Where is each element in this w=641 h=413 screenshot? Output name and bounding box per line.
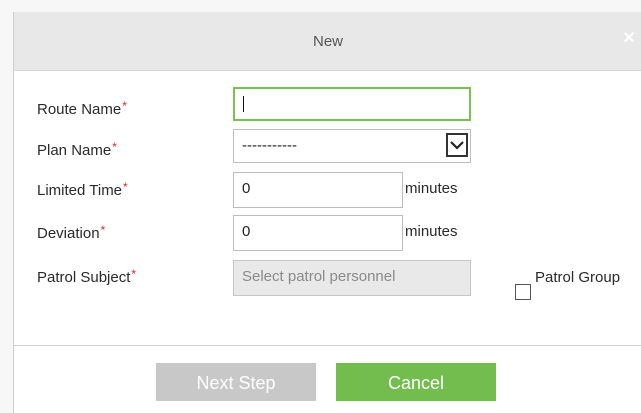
route-name-label: Route Name*: [37, 99, 127, 118]
patrol-subject-label-text: Patrol Subject: [37, 269, 131, 286]
deviation-unit: minutes: [405, 223, 458, 240]
route-name-label-text: Route Name: [37, 101, 122, 118]
footer-divider: [14, 345, 641, 346]
plan-name-label: Plan Name*: [37, 140, 117, 159]
required-marker: *: [123, 180, 128, 194]
plan-name-label-text: Plan Name: [37, 142, 112, 159]
route-name-input[interactable]: [233, 87, 471, 121]
dialog-title: New: [312, 33, 343, 50]
limited-time-input[interactable]: 0: [233, 172, 403, 208]
limited-time-unit: minutes: [405, 180, 458, 197]
deviation-input[interactable]: 0: [233, 215, 403, 251]
new-dialog: New × Route Name* Plan Name* -----------…: [13, 12, 641, 413]
patrol-subject-input[interactable]: Select patrol personnel: [233, 260, 471, 296]
required-marker: *: [100, 223, 106, 237]
next-step-button[interactable]: Next Step: [156, 363, 316, 401]
required-marker: *: [112, 140, 117, 154]
text-caret: [243, 96, 244, 113]
patrol-group-label: Patrol Group: [535, 269, 621, 286]
patrol-group-checkbox[interactable]: [515, 284, 531, 300]
limited-time-label-text: Limited Time: [37, 182, 123, 199]
chevron-down-icon[interactable]: [446, 133, 468, 157]
close-icon[interactable]: ×: [621, 28, 637, 48]
patrol-subject-label: Patrol Subject*: [37, 267, 137, 286]
deviation-label: Deviation*: [37, 223, 106, 242]
plan-name-value: -----------: [242, 137, 297, 154]
cancel-button[interactable]: Cancel: [336, 363, 496, 401]
required-marker: *: [122, 99, 127, 113]
deviation-label-text: Deviation: [37, 225, 100, 242]
limited-time-label: Limited Time*: [37, 180, 128, 199]
plan-name-select[interactable]: -----------: [233, 129, 471, 163]
dialog-titlebar: New ×: [14, 12, 641, 71]
required-marker: *: [131, 267, 137, 281]
